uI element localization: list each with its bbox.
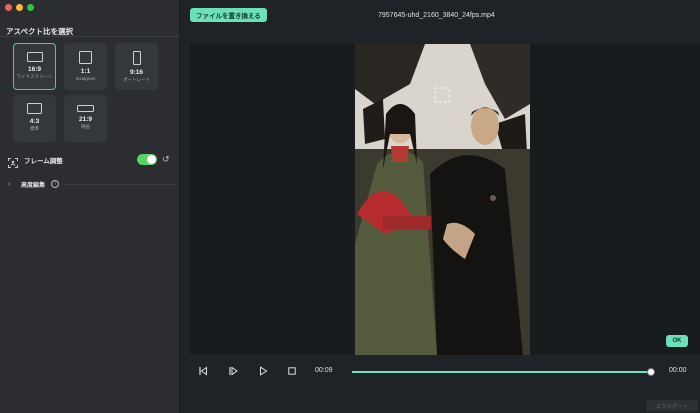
frame-adjust-row: フレーム調整 ↺ xyxy=(8,154,172,168)
ratio-sub-label: 標準 xyxy=(30,126,39,131)
info-icon[interactable]: ! xyxy=(51,180,60,188)
end-time: 00:00 xyxy=(669,367,687,374)
window-controls xyxy=(5,4,34,11)
standard-shape-icon xyxy=(27,103,42,114)
ratio-sub-label: ワイドスクリーン xyxy=(16,74,53,79)
chevron-right-icon: › xyxy=(8,180,11,188)
playback-progress xyxy=(352,371,651,373)
next-frame-button[interactable] xyxy=(227,365,239,377)
video-frame-image[interactable] xyxy=(355,44,530,355)
ratio-sub-label: 映画 xyxy=(81,124,90,129)
main-area: ファイルを置き換える 7957645-uhd_2160_3840_24fps.m… xyxy=(181,0,700,413)
ratio-sub-label: Instagram xyxy=(75,76,96,81)
ratio-value: 1:1 xyxy=(80,68,91,75)
ratio-value: 4:3 xyxy=(29,118,40,125)
advanced-edit-row[interactable]: › 高度編集 ! xyxy=(8,179,176,189)
ratio-option-16-9[interactable]: 16:9 ワイドスクリーン xyxy=(13,43,56,90)
widescreen-shape-icon xyxy=(26,52,43,62)
player-controls: 00:09 00:00 xyxy=(181,360,700,382)
frame-adjust-label: フレーム調整 xyxy=(24,158,63,165)
divider xyxy=(65,183,176,185)
ratio-option-4-3[interactable]: 4:3 標準 xyxy=(13,95,56,142)
ratio-value: 16:9 xyxy=(27,66,41,73)
playback-thumb[interactable] xyxy=(646,368,655,376)
ratio-sub-label: ポートレート xyxy=(123,77,150,82)
frame-adjust-icon xyxy=(8,155,18,168)
play-icon[interactable] xyxy=(257,365,269,377)
maximize-window-button[interactable] xyxy=(27,4,34,11)
video-preview xyxy=(190,44,700,355)
ratio-option-1-1[interactable]: 1:1 Instagram xyxy=(64,43,107,90)
file-title: 7957645-uhd_2160_3840_24fps.mp4 xyxy=(378,12,495,19)
ratio-option-21-9[interactable]: 21:9 映画 xyxy=(64,95,107,142)
reset-icon[interactable]: ↺ xyxy=(162,154,170,165)
ratio-value: 9:16 xyxy=(129,69,143,76)
square-shape-icon xyxy=(79,51,92,64)
advanced-edit-label: 高度編集 xyxy=(21,182,46,189)
export-button[interactable]: エクスポート xyxy=(646,400,698,411)
replace-file-button[interactable]: ファイルを置き換える xyxy=(190,8,267,22)
playback-slider[interactable] xyxy=(352,368,655,376)
close-window-button[interactable] xyxy=(5,4,12,11)
ratio-value: 21:9 xyxy=(78,116,92,123)
sidebar: アスペクト比を選択 16:9 ワイドスクリーン 1:1 Instagram 9:… xyxy=(0,0,180,413)
divider xyxy=(0,36,180,37)
ratio-option-9-16[interactable]: 9:16 ポートレート xyxy=(115,43,158,90)
frame-adjust-toggle[interactable] xyxy=(137,154,157,165)
cinema-shape-icon xyxy=(77,105,94,112)
minimize-window-button[interactable] xyxy=(16,4,23,11)
current-time: 00:09 xyxy=(315,367,333,374)
ok-button[interactable]: OK xyxy=(666,335,688,347)
portrait-shape-icon xyxy=(132,51,141,65)
stop-icon[interactable] xyxy=(286,365,298,377)
previous-frame-button[interactable] xyxy=(197,365,209,377)
